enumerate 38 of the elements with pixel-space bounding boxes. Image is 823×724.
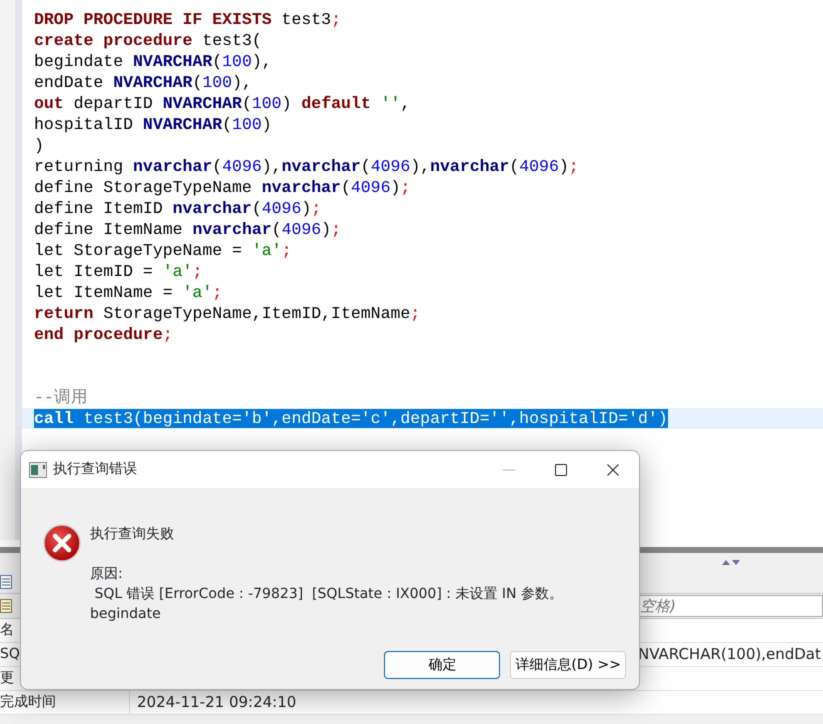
error-heading: 执行查询失败 [90, 525, 175, 544]
close-icon [607, 464, 619, 476]
maximize-icon [555, 464, 567, 476]
property-label: 更 [0, 669, 14, 688]
code-line: endDate NVARCHAR(100), [34, 73, 252, 92]
error-message: SQL 错误 [ErrorCode : -79823] [SQLState : IX000] : 未设置 IN 参数。 [93, 585, 563, 604]
collapse-arrows-icon[interactable] [721, 558, 741, 566]
property-label: 完成时间 [0, 693, 56, 712]
code-line: ) [34, 136, 44, 155]
error-message: begindate [90, 605, 162, 624]
document-icon[interactable] [0, 599, 12, 613]
code-line: out departID NVARCHAR(100) default '', [34, 94, 410, 113]
code-line: define ItemName nvarchar(4096); [34, 220, 341, 239]
code-line: let StorageTypeName = 'a'; [34, 241, 292, 260]
code-line: end procedure; [34, 325, 173, 344]
code-line: begindate NVARCHAR(100), [34, 52, 272, 71]
code-line: returning nvarchar(4096),nvarchar(4096),nvarchar(4096); [34, 157, 579, 176]
property-label: 名 [0, 621, 14, 640]
dialog-button[interactable]: 确定 [384, 651, 500, 679]
dialog-title: 执行查询错误 [53, 460, 137, 479]
property-value: NVARCHAR(100),endDat [637, 644, 821, 666]
dialog-button[interactable]: 详细信息(D) >> [510, 651, 626, 679]
code-line: DROP PROCEDURE IF EXISTS test3; [34, 10, 341, 29]
minimize-icon [503, 468, 515, 470]
property-label: SQ [0, 645, 20, 664]
reason-label: 原因: [90, 565, 124, 584]
code-line: define StorageTypeName nvarchar(4096); [34, 178, 410, 197]
code-line: let ItemName = 'a'; [34, 283, 222, 302]
error-icon [43, 524, 81, 562]
window-icon [29, 462, 47, 478]
code-line: let ItemID = 'a'; [34, 262, 202, 281]
table-icon[interactable] [0, 575, 12, 589]
code-line: define ItemID nvarchar(4096); [34, 199, 322, 218]
code-line: --调用 [34, 388, 88, 407]
code-line: hospitalID NVARCHAR(100) [34, 115, 272, 134]
code-line: return StorageTypeName,ItemID,ItemName; [34, 304, 420, 323]
property-value: 2024-11-21 09:24:10 [136, 692, 296, 714]
code-line: create procedure test3( [34, 31, 262, 50]
